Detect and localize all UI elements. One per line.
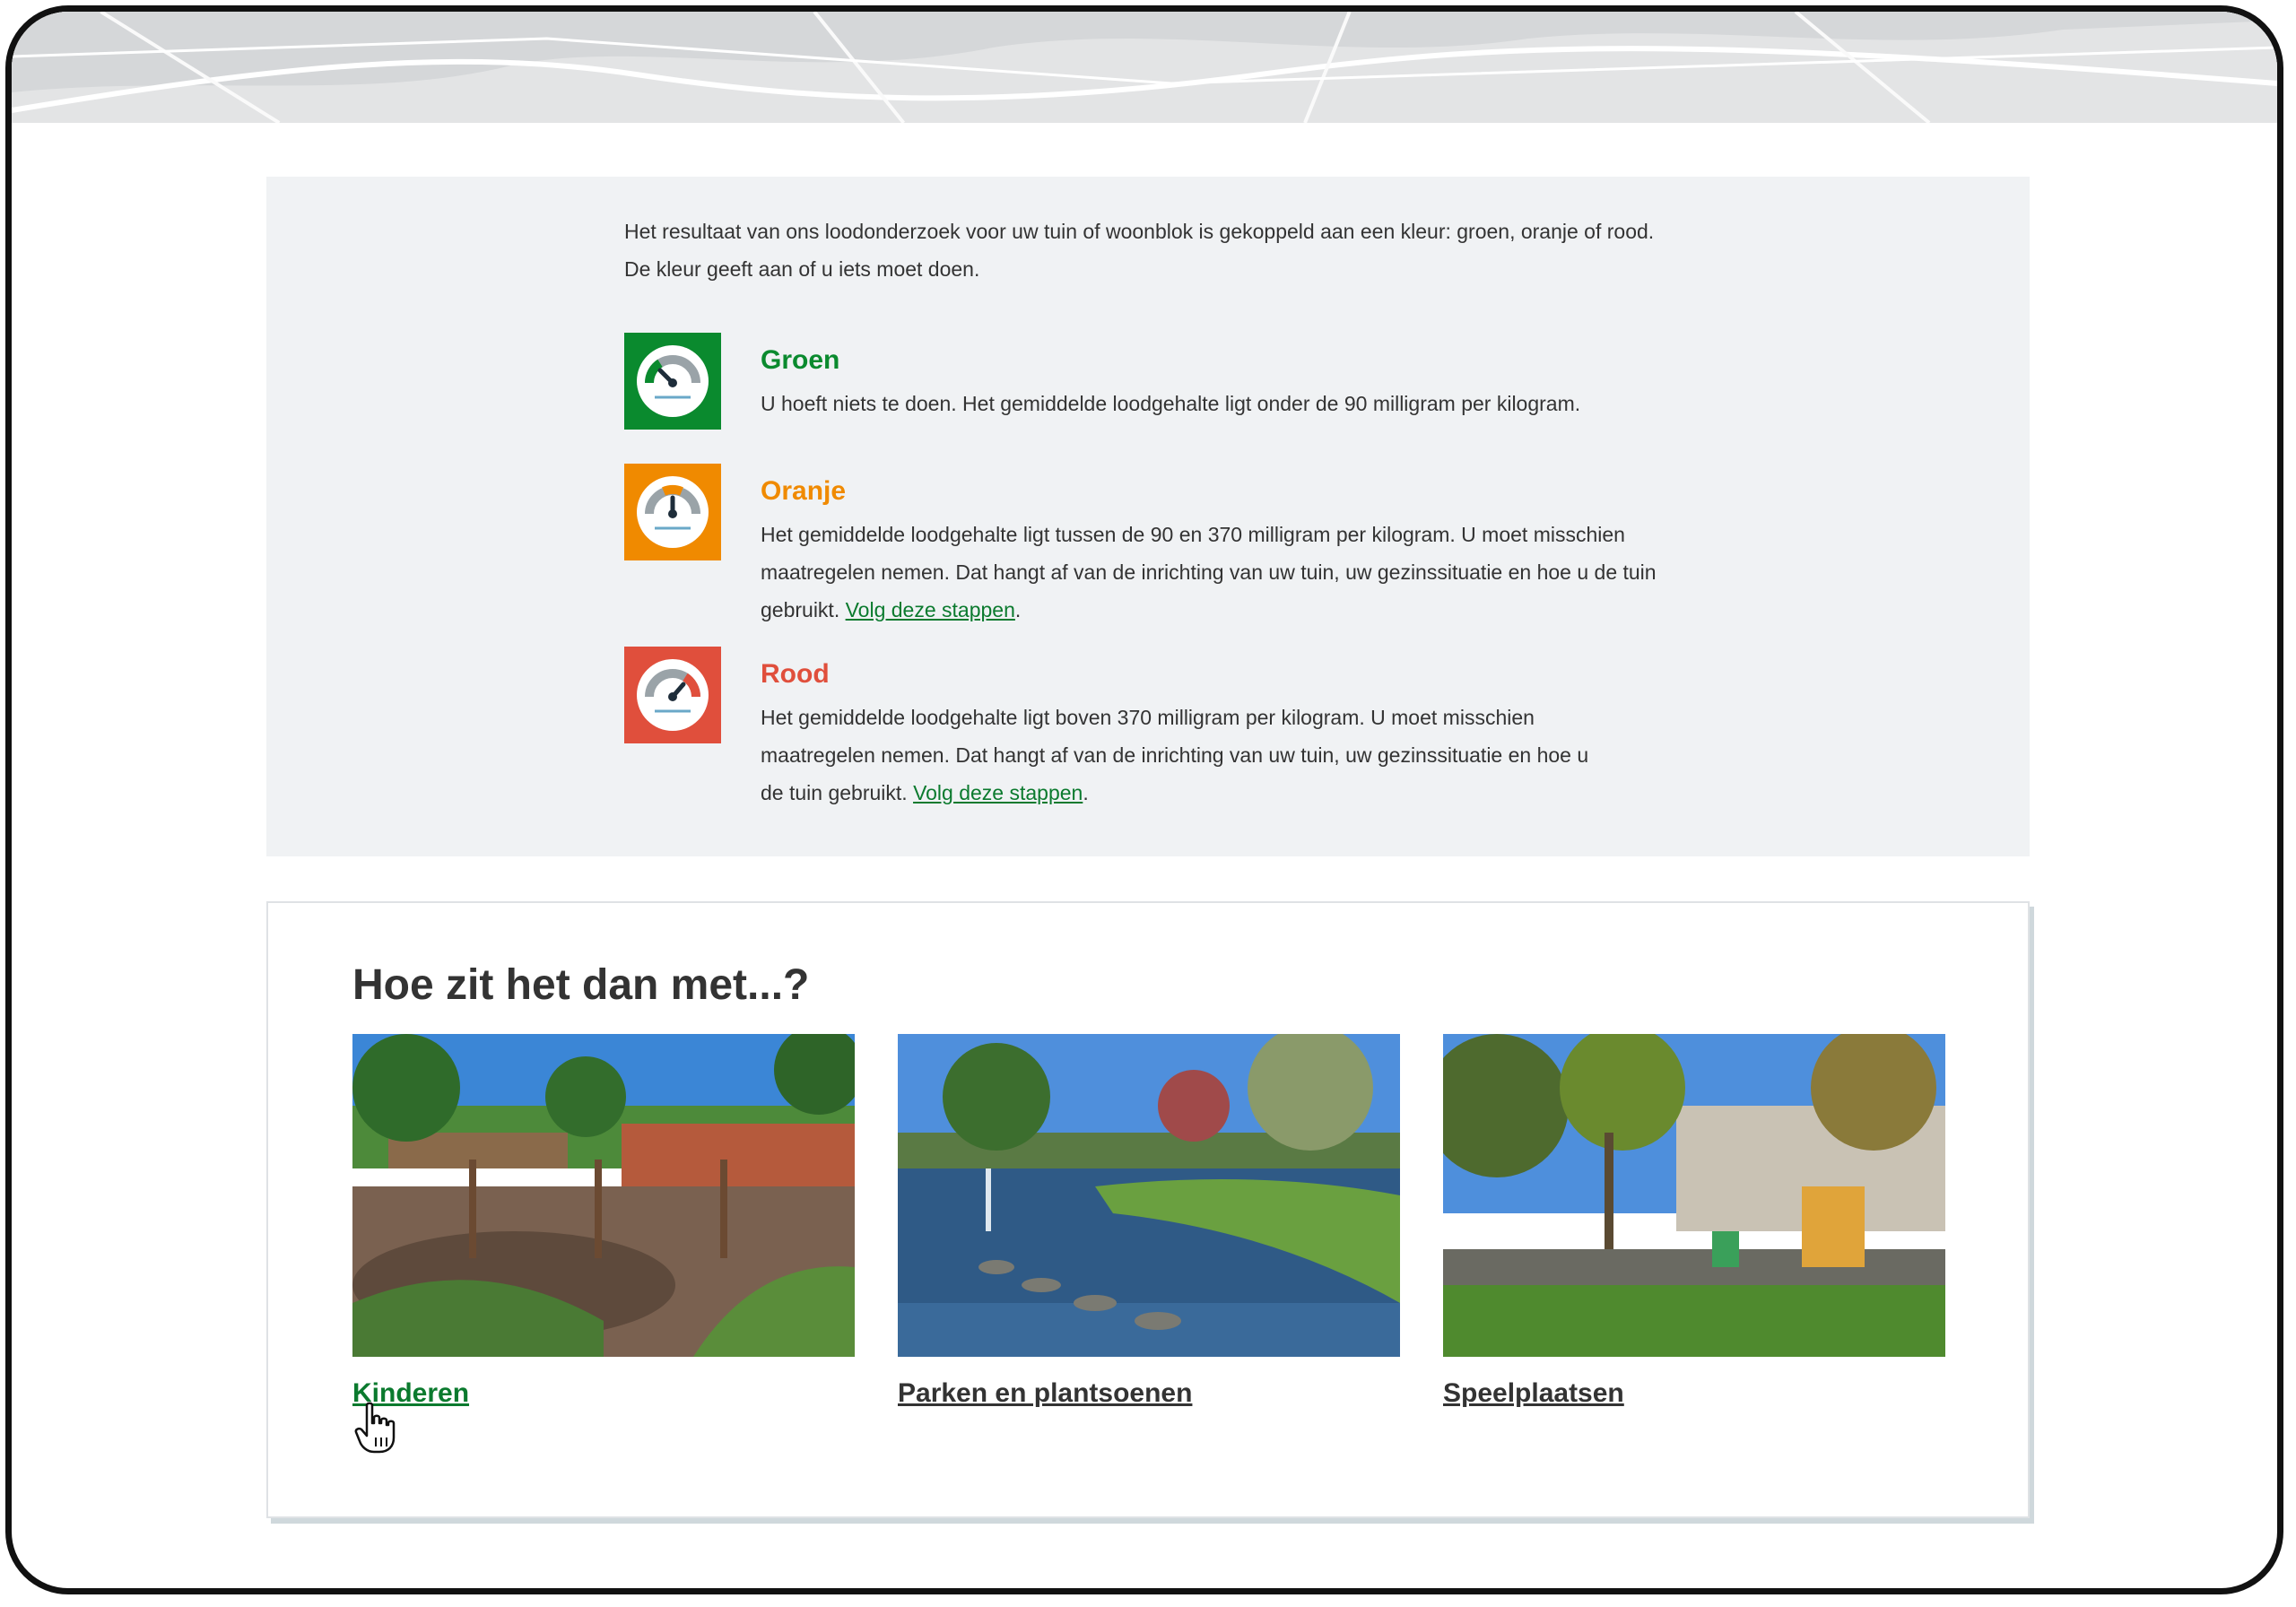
follow-steps-link-oranje[interactable]: Volg deze stappen	[846, 598, 1015, 621]
legend-title-groen: Groen	[761, 345, 840, 375]
tile-kinderen[interactable]: Kinderen	[352, 1034, 855, 1409]
gauge-orange-icon	[624, 464, 721, 560]
park-pond-photo[interactable]	[898, 1034, 1400, 1357]
legend-text-rood: Het gemiddelde loodgehalte ligt boven 37…	[761, 706, 1589, 804]
gauge-green-icon	[624, 333, 721, 430]
tile-parken[interactable]: Parken en plantsoenen	[898, 1034, 1400, 1409]
legend-intro: Het resultaat van ons loodonderzoek voor…	[624, 220, 1655, 281]
legend-title-rood: Rood	[761, 659, 830, 689]
playground-square-photo[interactable]	[1443, 1034, 1945, 1357]
legend-text-groen: U hoeft niets te doen. Het gemiddelde lo…	[761, 392, 1581, 415]
gauge-red-icon	[624, 647, 721, 743]
follow-steps-link-rood[interactable]: Volg deze stappen	[913, 781, 1083, 804]
tile-speelplaatsen[interactable]: Speelplaatsen	[1443, 1034, 1945, 1409]
tile-label-speelplaatsen[interactable]: Speelplaatsen	[1443, 1378, 1624, 1409]
tile-label-parken[interactable]: Parken en plantsoenen	[898, 1378, 1192, 1409]
playground-children-photo[interactable]	[352, 1034, 855, 1357]
legend-title-oranje: Oranje	[761, 476, 847, 506]
legend-text-oranje: Het gemiddelde loodgehalte ligt tussen d…	[761, 523, 1657, 621]
browser-frame: Het resultaat van ons loodonderzoek voor…	[5, 5, 2283, 1594]
map-banner	[12, 12, 2277, 123]
related-title: Hoe zit het dan met...?	[352, 961, 810, 1009]
hand-cursor-icon	[354, 1402, 396, 1454]
lead-result-legend: Het resultaat van ons loodonderzoek voor…	[266, 177, 2030, 856]
related-topics-card: Hoe zit het dan met...? Kinderen Parken …	[266, 901, 2030, 1518]
